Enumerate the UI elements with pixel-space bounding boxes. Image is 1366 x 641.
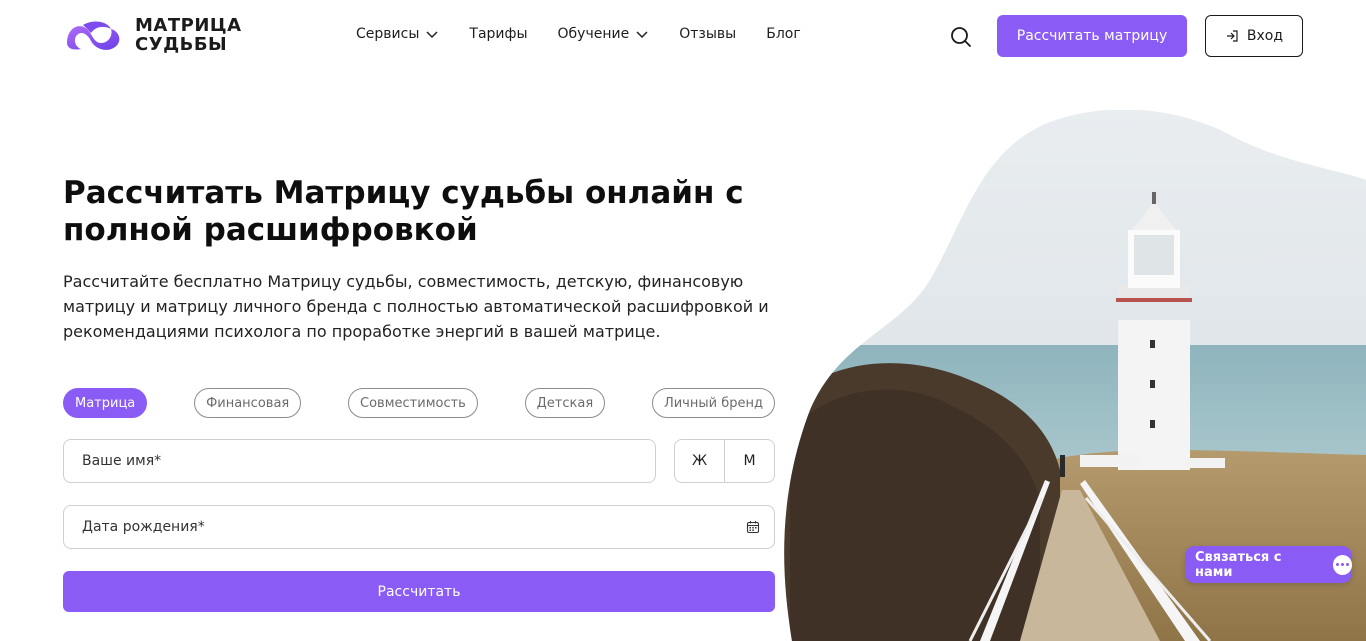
name-input[interactable]: Ваше имя* <box>63 439 656 483</box>
name-placeholder: Ваше имя* <box>82 453 162 469</box>
logo[interactable]: МАТРИЦА СУДЬБЫ <box>63 16 242 54</box>
nav-item-label: Блог <box>766 26 801 42</box>
date-placeholder: Дата рождения* <box>82 519 205 535</box>
nav-item-blog[interactable]: Блог <box>766 26 800 42</box>
login-label: Вход <box>1246 28 1284 44</box>
search-icon[interactable] <box>948 24 974 50</box>
main-nav: Сервисы Тарифы Обучение Отзывы Блог <box>356 26 831 42</box>
nav-item-services[interactable]: Сервисы <box>356 26 439 42</box>
chevron-down-icon <box>426 31 438 39</box>
contact-us-button[interactable]: Связаться с нами <box>1185 546 1352 583</box>
tab-compatibility[interactable]: Совместимость <box>348 388 478 418</box>
tab-matrix[interactable]: Матрица <box>63 388 148 418</box>
nav-item-label: Отзывы <box>679 26 737 42</box>
matrix-type-tabs: Матрица Финансовая Совместимость Детская… <box>63 388 775 418</box>
nav-item-tariffs[interactable]: Тарифы <box>469 26 527 42</box>
logo-icon <box>67 21 120 50</box>
contact-us-label: Связаться с нами <box>1195 549 1282 580</box>
tab-financial[interactable]: Финансовая <box>194 388 302 418</box>
gender-female-option[interactable]: Ж <box>675 440 724 482</box>
gender-male-option[interactable]: М <box>724 440 774 482</box>
tab-children[interactable]: Детская <box>524 388 606 418</box>
page-title: Рассчитать Матрицу судьбы онлайн с полно… <box>63 175 744 248</box>
nav-item-reviews[interactable]: Отзывы <box>679 26 736 42</box>
chevron-down-icon <box>636 31 648 39</box>
login-icon <box>1226 30 1238 42</box>
calculate-button[interactable]: Рассчитать <box>63 571 775 612</box>
calculate-matrix-button[interactable]: Рассчитать матрицу <box>997 15 1187 57</box>
logo-text: МАТРИЦА СУДЬБЫ <box>135 15 242 55</box>
nav-item-label: Сервисы <box>356 26 420 42</box>
tab-personal-brand[interactable]: Личный бренд <box>651 388 775 418</box>
birth-date-input[interactable]: Дата рождения* <box>63 505 775 549</box>
nav-item-education[interactable]: Обучение <box>558 26 650 42</box>
chat-bubble-icon <box>1332 554 1352 575</box>
gender-toggle: Ж М <box>674 439 775 483</box>
nav-item-label: Обучение <box>557 26 630 42</box>
nav-item-label: Тарифы <box>469 26 528 42</box>
login-button[interactable]: Вход <box>1205 15 1303 57</box>
hero-description: Рассчитайте бесплатно Матрицу судьбы, со… <box>63 272 769 341</box>
calendar-icon[interactable] <box>746 520 760 534</box>
